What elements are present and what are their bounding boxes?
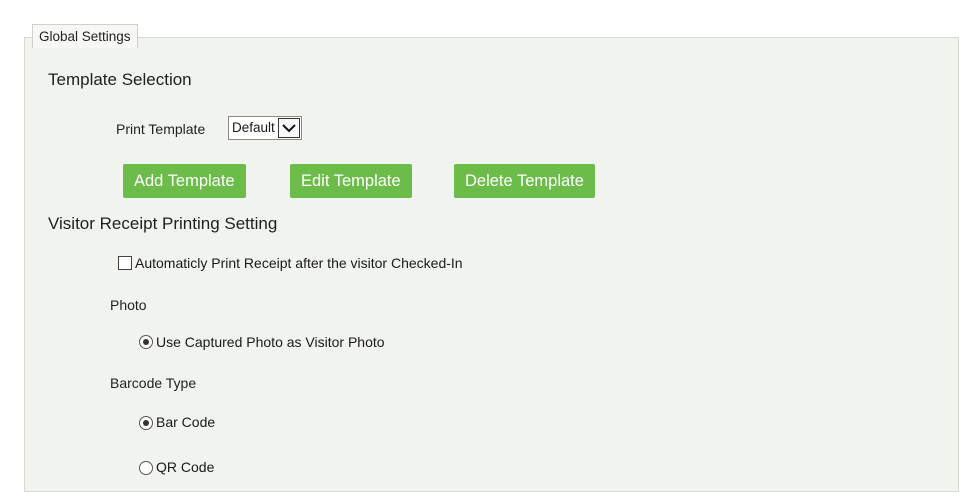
receipt-printing-title: Visitor Receipt Printing Setting [48,214,278,233]
barcode-type-label: Barcode Type [110,375,197,391]
chevron-down-icon[interactable] [277,118,300,138]
add-template-button[interactable]: Add Template [123,164,246,198]
photo-label: Photo [110,297,147,313]
auto-print-label: Automaticly Print Receipt after the visi… [135,255,463,271]
delete-template-button[interactable]: Delete Template [454,164,595,198]
auto-print-checkbox[interactable] [118,256,132,270]
bar-code-label: Bar Code [156,414,216,430]
captured-photo-label: Use Captured Photo as Visitor Photo [156,334,385,350]
template-selection-title: Template Selection [48,70,192,89]
qr-code-label: QR Code [156,459,215,475]
edit-template-button[interactable]: Edit Template [290,164,412,198]
print-template-label: Print Template [116,121,206,137]
global-settings-tab: Global Settings [32,24,138,48]
print-template-value: Default [232,120,275,135]
print-template-select[interactable]: Default [228,116,302,140]
qr-code-radio[interactable] [139,461,153,475]
captured-photo-radio[interactable] [139,335,153,349]
bar-code-radio[interactable] [139,416,153,430]
